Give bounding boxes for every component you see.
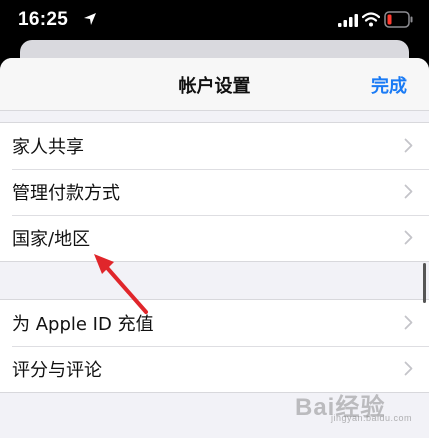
page-title: 帐户设置 — [178, 76, 251, 97]
navigation-bar: 帐户设置 完成 — [0, 58, 429, 111]
watermark-subtext: jingyan.baidu.com — [331, 413, 413, 423]
row-label: 管理付款方式 — [12, 183, 120, 204]
baidu-watermark: Bai经验 jingyan.baidu.com — [295, 387, 413, 423]
chevron-right-icon — [404, 184, 413, 199]
row-label: 国家/地区 — [12, 229, 91, 250]
chevron-right-icon — [404, 230, 413, 245]
settings-group-2: 为 Apple ID 充值 评分与评论 — [0, 299, 429, 393]
wifi-icon — [362, 12, 380, 27]
settings-row-family-sharing[interactable]: 家人共享 — [0, 123, 429, 169]
status-bar: 16:25 — [0, 0, 429, 44]
settings-row-manage-payment[interactable]: 管理付款方式 — [0, 169, 429, 215]
row-label: 评分与评论 — [12, 360, 102, 381]
settings-row-ratings-reviews[interactable]: 评分与评论 — [0, 346, 429, 392]
battery-low-icon — [384, 11, 413, 28]
row-label: 为 Apple ID 充值 — [12, 314, 154, 335]
chevron-right-icon — [404, 315, 413, 330]
status-time: 16:25 — [18, 9, 69, 30]
settings-row-country-region[interactable]: 国家/地区 — [0, 215, 429, 261]
cellular-signal-icon — [338, 14, 358, 27]
account-settings-sheet: 帐户设置 完成 家人共享 管理付款方式 国家/地区 为 Apple ID 充值 — [0, 58, 429, 438]
chevron-right-icon — [404, 138, 413, 153]
row-label: 家人共享 — [12, 137, 84, 158]
settings-row-add-funds[interactable]: 为 Apple ID 充值 — [0, 300, 429, 346]
location-arrow-icon — [84, 13, 96, 25]
chevron-right-icon — [404, 361, 413, 376]
settings-group-1: 家人共享 管理付款方式 国家/地区 — [0, 122, 429, 262]
scrollbar[interactable] — [423, 263, 426, 303]
done-button[interactable]: 完成 — [371, 72, 407, 98]
